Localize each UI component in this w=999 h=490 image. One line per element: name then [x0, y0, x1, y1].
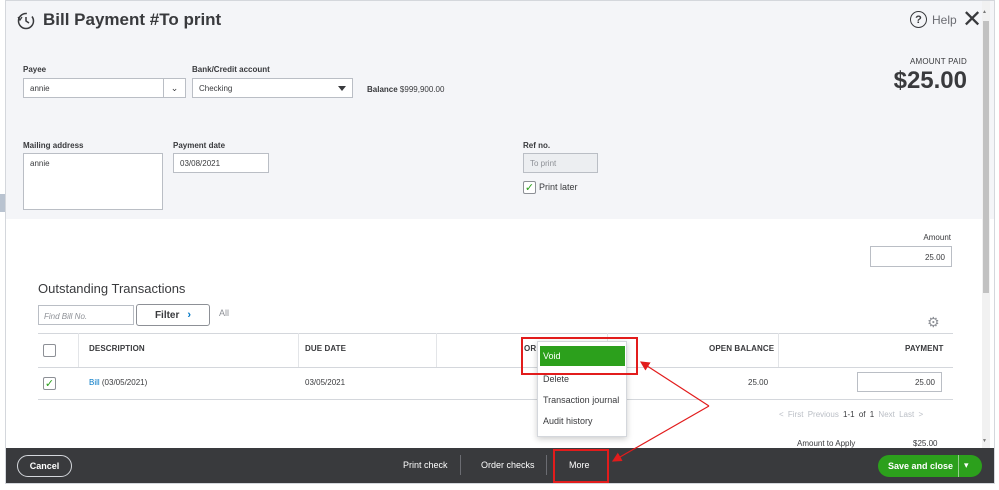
chevron-down-icon[interactable]: ⌄	[163, 79, 185, 97]
filter-all-label: All	[219, 308, 230, 318]
page-title: Bill Payment #To print	[43, 10, 222, 29]
left-edge-accent	[0, 194, 5, 212]
help-icon: ?	[910, 11, 927, 28]
column-header-description: DESCRIPTION	[89, 344, 145, 353]
find-bill-input[interactable]: Find Bill No.	[38, 305, 134, 325]
payment-date-label: Payment date	[173, 141, 226, 150]
save-and-close-button[interactable]: Save and close ▾	[878, 455, 982, 477]
ref-no-field[interactable]: To print	[523, 153, 598, 173]
filter-label: Filter	[154, 309, 180, 321]
balance-text: Balance $999,900.00	[367, 85, 444, 94]
mailing-address-value: annie	[30, 159, 50, 168]
checkmark-icon: ✓	[524, 182, 535, 194]
row-description: Bill (03/05/2021)	[89, 378, 147, 387]
column-header-open-balance: OPEN BALANCE	[709, 344, 775, 353]
help-button[interactable]: ? Help	[910, 11, 957, 28]
balance-value: $999,900.00	[399, 85, 445, 94]
pager-range: 1-1 of 1	[843, 410, 875, 419]
balance-label: Balance	[367, 85, 398, 94]
checkmark-icon: ✓	[44, 378, 55, 390]
amount-paid-label: AMOUNT PAID	[909, 57, 967, 66]
print-check-button[interactable]: Print check	[403, 460, 448, 470]
pager-next[interactable]: Next	[878, 410, 894, 419]
column-divider	[298, 333, 299, 367]
bill-link[interactable]: Bill	[89, 378, 100, 387]
payee-select[interactable]: annie ⌄	[23, 78, 186, 98]
print-later-label: Print later	[539, 182, 578, 192]
table-top-border	[38, 333, 953, 334]
select-all-checkbox[interactable]	[43, 344, 56, 357]
column-divider	[778, 333, 779, 367]
column-header-payment: PAYMENT	[905, 344, 944, 353]
amount-paid-value: $25.00	[893, 67, 967, 94]
vertical-scrollbar[interactable]: ▲ ▼	[982, 1, 990, 448]
cancel-button[interactable]: Cancel	[17, 455, 72, 477]
bank-account-label: Bank/Credit account	[192, 65, 270, 74]
close-icon[interactable]: ✕	[962, 8, 982, 32]
table-bottom-border	[38, 399, 953, 400]
split-divider	[958, 455, 959, 477]
filter-button[interactable]: Filter ›	[136, 304, 210, 326]
menu-item-audit-history[interactable]: Audit history	[543, 416, 593, 426]
bill-payment-window: Bill Payment #To print ? Help ✕ Payee an…	[5, 0, 995, 484]
column-divider	[78, 333, 79, 367]
amount-input[interactable]: 25.00	[870, 246, 952, 267]
scroll-up-icon[interactable]: ▲	[982, 9, 987, 15]
annotation-highlight-more	[553, 449, 609, 483]
pagination: < First Previous 1-1 of 1 Next Last >	[779, 410, 923, 419]
footer-divider	[460, 455, 461, 475]
dropdown-arrow-icon[interactable]	[338, 86, 346, 91]
help-label: Help	[932, 12, 957, 27]
dropdown-arrow-icon[interactable]: ▾	[964, 460, 969, 471]
payee-label: Payee	[23, 65, 47, 74]
save-and-close-label: Save and close	[888, 461, 954, 471]
ref-no-placeholder: To print	[530, 159, 557, 168]
scrollbar-thumb[interactable]	[983, 21, 989, 293]
footer-bar: Cancel Print check Order checks More Sav…	[6, 448, 994, 483]
amount-to-apply-label: Amount to Apply	[797, 439, 856, 448]
print-later-checkbox[interactable]: ✓	[523, 181, 536, 194]
column-header-due-date: DUE DATE	[305, 344, 347, 353]
row-description-date: (03/05/2021)	[99, 378, 148, 387]
row-payment-input[interactable]: 25.00	[857, 372, 942, 392]
ref-no-label: Ref no.	[523, 141, 551, 150]
amount-label: Amount	[923, 233, 951, 242]
pager-first[interactable]: < First	[779, 410, 803, 419]
outstanding-transactions-title: Outstanding Transactions	[38, 281, 186, 296]
bill-payment-icon	[17, 12, 35, 30]
annotation-highlight-void	[521, 337, 638, 375]
payee-value: annie	[30, 84, 50, 93]
row-due-date: 03/05/2021	[305, 378, 346, 387]
row-open-balance: 25.00	[748, 378, 769, 387]
menu-item-delete[interactable]: Delete	[543, 374, 569, 384]
bank-account-value: Checking	[199, 84, 233, 93]
bank-account-select[interactable]: Checking	[192, 78, 353, 98]
scroll-down-icon[interactable]: ▼	[982, 438, 987, 444]
row-select-checkbox[interactable]: ✓	[43, 377, 56, 390]
header-panel: Bill Payment #To print ? Help ✕ Payee an…	[6, 1, 994, 219]
pager-last[interactable]: Last >	[899, 410, 923, 419]
table-header-divider	[38, 367, 953, 368]
gear-icon[interactable]: ⚙	[927, 314, 940, 331]
amount-to-apply-value: $25.00	[913, 439, 938, 448]
payment-date-field[interactable]: 03/08/2021	[173, 153, 269, 173]
payment-date-value: 03/08/2021	[180, 159, 221, 168]
column-divider	[436, 333, 437, 367]
menu-item-transaction-journal[interactable]: Transaction journal	[543, 395, 619, 405]
footer-divider	[546, 455, 547, 475]
mailing-address-field[interactable]: annie	[23, 153, 163, 210]
pager-previous[interactable]: Previous	[808, 410, 839, 419]
mailing-address-label: Mailing address	[23, 141, 84, 150]
order-checks-button[interactable]: Order checks	[481, 460, 535, 470]
chevron-right-icon: ›	[187, 309, 192, 321]
